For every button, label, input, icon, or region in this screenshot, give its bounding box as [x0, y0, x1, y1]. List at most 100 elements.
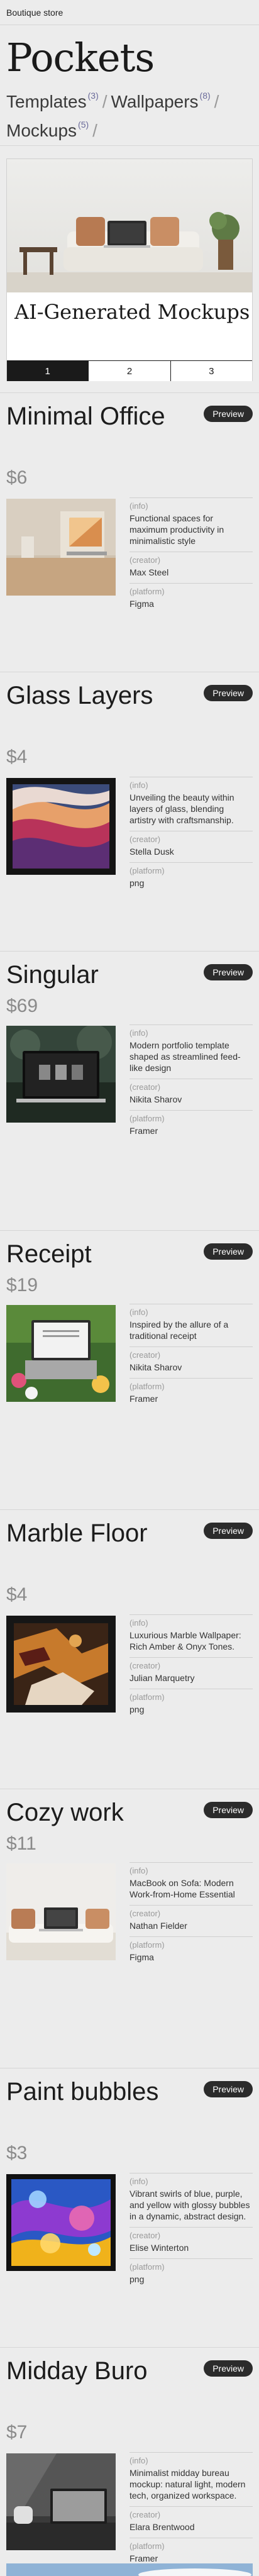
page-2-button[interactable]: 2: [88, 361, 170, 381]
product-price: $6: [6, 467, 28, 488]
nav-label: Mockups: [6, 121, 77, 140]
preview-button[interactable]: Preview: [204, 685, 253, 701]
creator-value[interactable]: Nikita Sharov: [130, 1362, 253, 1373]
laptop-sofa-image[interactable]: [6, 1863, 116, 1960]
platform-label: (platform): [130, 1940, 165, 1950]
product-card[interactable]: Minimal Office $6 Preview (info) Functio…: [0, 392, 259, 672]
info-row: (info) Modern portfolio template shaped …: [130, 1024, 253, 1079]
creator-label: (creator): [130, 2510, 161, 2519]
desk-mockup-image[interactable]: [6, 2453, 116, 2550]
nav-item-mockups[interactable]: Mockups (5): [6, 119, 89, 140]
creator-row: (creator) Nathan Fielder: [130, 1905, 253, 1936]
info-row: (info) MacBook on Sofa: Modern Work-from…: [130, 1862, 253, 1905]
product-title[interactable]: Paint bubbles: [6, 2077, 170, 2107]
platform-value: Framer: [130, 1126, 158, 1136]
store-name[interactable]: Boutique store: [6, 8, 63, 18]
office-mockup-image[interactable]: [6, 499, 116, 596]
preview-button[interactable]: Preview: [204, 406, 253, 422]
product-card[interactable]: Paint bubbles $3 Preview (info) Vibrant …: [0, 2068, 259, 2347]
creator-value[interactable]: Elise Winterton: [130, 2242, 253, 2253]
preview-button[interactable]: Preview: [204, 2360, 253, 2377]
product-price: $4: [6, 1584, 28, 1605]
creator-value[interactable]: Elara Brentwood: [130, 2521, 253, 2533]
creator-row: (creator) Julian Marquetry: [130, 1657, 253, 1689]
category-nav: Templates (3) / Wallpapers (8) / Mockups (5) /: [6, 84, 253, 142]
banner-title: AI-Generated Mockups: [14, 300, 250, 324]
creator-label: (creator): [130, 1661, 161, 1670]
product-price: $3: [6, 2143, 28, 2163]
creator-row: (creator) Elara Brentwood: [130, 2506, 253, 2538]
info-row: (info) Vibrant swirls of blue, purple, a…: [130, 2173, 253, 2227]
product-card[interactable]: Singular $69 Preview (info) Modern portf…: [0, 951, 259, 1230]
product-meta: (info) Unveiling the beauty within layer…: [130, 777, 253, 894]
product-card[interactable]: Glass Layers $4 Preview (info) Unveiling…: [0, 672, 259, 951]
info-row: (info) Inspired by the allure of a tradi…: [130, 1304, 253, 1346]
product-title[interactable]: Cozy work: [6, 1798, 170, 1828]
product-title[interactable]: Minimal Office: [6, 402, 170, 431]
info-row: (info) Luxurious Marble Wallpaper: Rich …: [130, 1614, 253, 1657]
platform-label: (platform): [130, 1114, 165, 1123]
platform-value: Framer: [130, 1394, 158, 1404]
platform-value: Figma: [130, 599, 154, 609]
creator-row: (creator) Nikita Sharov: [130, 1079, 253, 1110]
product-title[interactable]: Receipt: [6, 1240, 170, 1269]
info-value: Vibrant swirls of blue, purple, and yell…: [130, 2189, 250, 2221]
info-label: (info): [130, 780, 148, 790]
info-value: Modern portfolio template shaped as stre…: [130, 1040, 241, 1073]
preview-button[interactable]: Preview: [204, 2081, 253, 2097]
product-card[interactable]: Receipt $19 Preview (info) Inspired by t…: [0, 1230, 259, 1509]
product-meta: (info) Functional spaces for maximum pro…: [130, 497, 253, 614]
product-card[interactable]: Cozy work $11 Preview (info) MacBook on …: [0, 1789, 259, 2068]
product-title[interactable]: Singular: [6, 960, 170, 990]
marble-image[interactable]: [6, 1616, 116, 1713]
preview-button[interactable]: Preview: [204, 1243, 253, 1260]
preview-button[interactable]: Preview: [204, 1802, 253, 1818]
nav-item-templates[interactable]: Templates (3): [6, 91, 99, 111]
creator-value[interactable]: Julian Marquetry: [130, 1672, 253, 1684]
platform-row: (platform) Figma: [130, 583, 253, 614]
page-1-button[interactable]: 1: [7, 361, 89, 381]
nav-count: (3): [87, 91, 99, 101]
preview-button[interactable]: Preview: [204, 964, 253, 980]
creator-label: (creator): [130, 555, 161, 565]
product-card[interactable]: Marble Floor $4 Preview (info) Luxurious…: [0, 1509, 259, 1789]
product-card[interactable]: Midday Buro $7 Preview (info) Minimalist…: [0, 2347, 259, 2576]
laptop-forest-image[interactable]: [6, 1026, 116, 1123]
laptop-flowers-image[interactable]: [6, 1305, 116, 1402]
platform-row: (platform) Framer: [130, 1378, 253, 1409]
nav-label: Templates: [6, 92, 87, 111]
nav-separator: /: [92, 121, 97, 140]
platform-label: (platform): [130, 2262, 165, 2272]
page-3-button[interactable]: 3: [170, 361, 252, 381]
platform-value: png: [130, 2274, 145, 2284]
paint-bubbles-image[interactable]: [6, 2174, 116, 2271]
platform-row: (platform) png: [130, 1689, 253, 1720]
nav-count: (8): [199, 91, 211, 101]
creator-value[interactable]: Nikita Sharov: [130, 1094, 253, 1105]
creator-row: (creator) Nikita Sharov: [130, 1346, 253, 1378]
platform-label: (platform): [130, 866, 165, 875]
creator-value[interactable]: Max Steel: [130, 567, 253, 578]
info-label: (info): [130, 2456, 148, 2465]
creator-label: (creator): [130, 2231, 161, 2240]
product-price: $69: [6, 996, 38, 1016]
glass-layers-image[interactable]: [6, 778, 116, 875]
nav-item-wallpapers[interactable]: Wallpapers (8): [111, 91, 211, 111]
info-label: (info): [130, 1028, 148, 1038]
creator-value[interactable]: Stella Dusk: [130, 846, 253, 857]
info-value: MacBook on Sofa: Modern Work-from-Home E…: [130, 1878, 235, 1899]
featured-banner[interactable]: AI-Generated Mockups 1 2 3: [6, 158, 253, 381]
product-title[interactable]: Marble Floor: [6, 1519, 170, 1548]
product-title[interactable]: Glass Layers: [6, 681, 170, 711]
nav-separator: /: [102, 92, 107, 111]
nav-label: Wallpapers: [111, 92, 199, 111]
product-title[interactable]: Midday Buro: [6, 2357, 170, 2386]
creator-value[interactable]: Nathan Fielder: [130, 1920, 253, 1931]
platform-value: png: [130, 1704, 145, 1714]
creator-label: (creator): [130, 1909, 161, 1918]
preview-button[interactable]: Preview: [204, 1523, 253, 1539]
creator-label: (creator): [130, 1350, 161, 1360]
creator-label: (creator): [130, 835, 161, 844]
info-value: Unveiling the beauty within layers of gl…: [130, 792, 234, 825]
platform-label: (platform): [130, 587, 165, 596]
